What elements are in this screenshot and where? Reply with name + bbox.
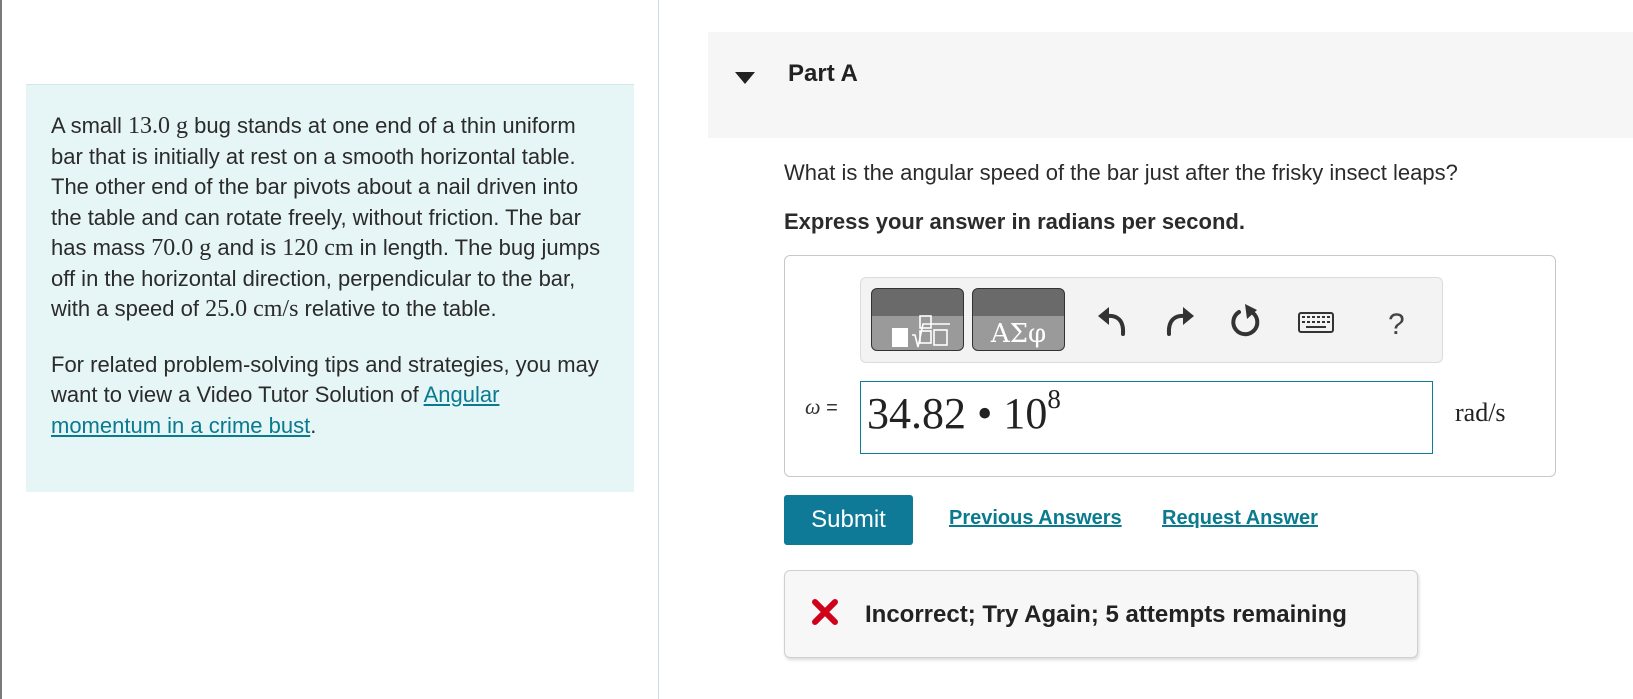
problem-statement-box: A small 13.0 g bug stands at one end of … (26, 84, 634, 492)
redo-button[interactable] (1159, 298, 1199, 344)
omega-symbol: ω (805, 394, 821, 419)
undo-icon (1098, 307, 1126, 336)
answer-exponent: 8 (1047, 384, 1061, 415)
keyboard-button[interactable] (1291, 298, 1341, 344)
collapse-caret-icon[interactable] (735, 72, 755, 84)
problem-text-3: and is (211, 235, 283, 260)
undo-button[interactable] (1093, 298, 1133, 344)
answer-input[interactable]: 34.82 • 108 (860, 381, 1433, 454)
reset-button[interactable] (1226, 298, 1266, 344)
related-text: For related problem-solving tips and str… (51, 351, 599, 408)
part-title: Part A (788, 60, 858, 87)
bug-speed: 25.0 cm/s (205, 296, 299, 322)
bug-mass: 13.0 g (128, 113, 189, 139)
templates-button[interactable] (871, 288, 964, 351)
equals-sign: = (820, 397, 838, 419)
bar-length: 120 cm (282, 235, 354, 261)
submit-button[interactable]: Submit (784, 495, 913, 545)
greek-letters-button[interactable]: ΑΣφ (972, 288, 1065, 351)
greek-letters-icon: ΑΣφ (990, 319, 1047, 349)
pane-divider (658, 0, 659, 699)
problem-text: A small 13.0 g bug stands at one end of … (51, 111, 610, 325)
part-a-header[interactable]: Part A (708, 32, 1633, 138)
answer-value: 34.82 • 108 (867, 384, 1061, 439)
bar-mass: 70.0 g (151, 235, 212, 261)
answer-mantissa: 34.82 • 10 (867, 389, 1048, 438)
answer-units: rad/s (1455, 398, 1506, 427)
problem-text-5: relative to the table. (298, 296, 497, 321)
redo-icon (1166, 307, 1194, 336)
math-toolbar: ΑΣφ ? (860, 277, 1443, 363)
answer-panel: ΑΣφ ? ω = 34.82 • 108 rad/s (784, 255, 1556, 477)
problem-text-1: A small (51, 113, 129, 138)
feedback-box: Incorrect; Try Again; 5 attempts remaini… (784, 570, 1418, 658)
answer-instruction: Express your answer in radians per secon… (784, 209, 1245, 234)
templates-icon (892, 315, 950, 348)
previous-answers-link[interactable]: Previous Answers (949, 507, 1122, 530)
question-text: What is the angular speed of the bar jus… (784, 160, 1458, 185)
window-left-edge (0, 0, 2, 699)
reset-icon (1231, 304, 1260, 337)
related-tips-text: For related problem-solving tips and str… (51, 350, 610, 442)
incorrect-x-icon (812, 599, 838, 625)
help-icon[interactable]: ? (1388, 308, 1405, 342)
related-end: . (310, 412, 317, 438)
request-answer-link[interactable]: Request Answer (1162, 507, 1318, 530)
feedback-message: Incorrect; Try Again; 5 attempts remaini… (865, 601, 1347, 628)
answer-variable-label: ω = (805, 394, 838, 420)
keyboard-icon (1298, 312, 1334, 333)
